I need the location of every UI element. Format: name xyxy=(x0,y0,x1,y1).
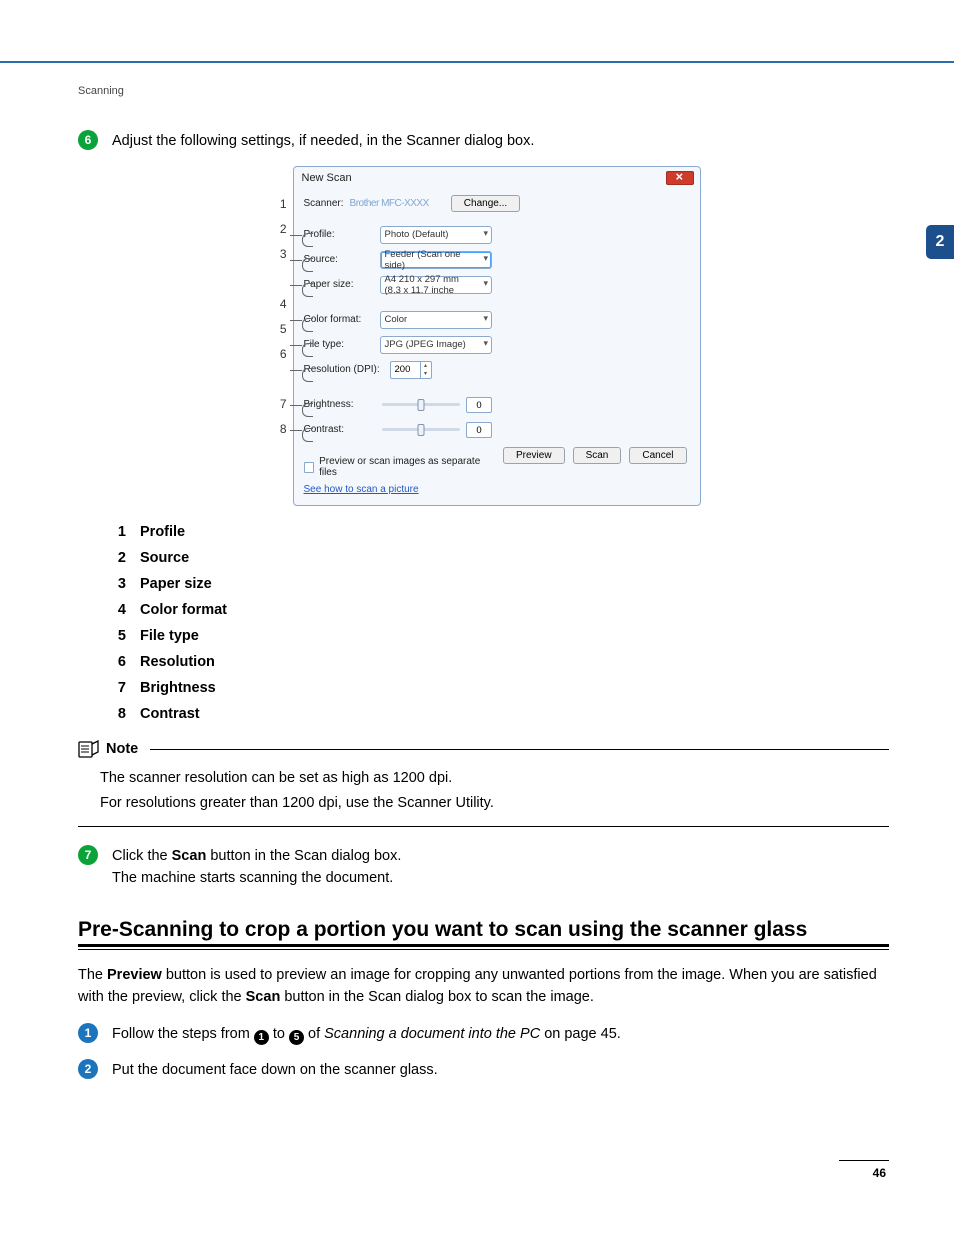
def-source: 2Source xyxy=(112,550,889,566)
source-label: Source: xyxy=(304,254,376,265)
h2-rule-thin xyxy=(78,949,889,950)
scanner-label: Scanner: xyxy=(304,198,344,209)
file-select[interactable]: JPG (JPEG Image) xyxy=(380,336,492,354)
scanner-name: Brother MFC-XXXX xyxy=(350,198,429,209)
intro-paragraph: The Preview button is used to preview an… xyxy=(78,964,889,1009)
paper-select[interactable]: A4 210 x 297 mm (8.3 x 11.7 inche xyxy=(380,276,492,294)
help-link[interactable]: See how to scan a picture xyxy=(304,484,419,495)
def-profile: 1Profile xyxy=(112,524,889,540)
running-head: Scanning xyxy=(78,85,124,97)
def-resolution: 6Resolution xyxy=(112,654,889,670)
def-color: 4Color format xyxy=(112,602,889,618)
close-icon[interactable] xyxy=(666,171,694,185)
color-select[interactable]: Color xyxy=(380,311,492,329)
def-brightness: 7Brightness xyxy=(112,680,889,696)
resolution-label: Resolution (DPI): xyxy=(304,364,386,375)
cancel-button[interactable]: Cancel xyxy=(629,447,686,464)
callout-2: 2 xyxy=(267,216,287,241)
callout-7: 7 xyxy=(267,391,287,416)
brightness-value[interactable]: 0 xyxy=(466,397,492,413)
separate-files-label: Preview or scan images as separate files xyxy=(319,456,492,478)
definition-list: 1Profile 2Source 3Paper size 4Color form… xyxy=(112,524,889,722)
page-number-rule xyxy=(839,1160,889,1161)
spinner-icon[interactable]: ▴▾ xyxy=(420,362,431,378)
resolution-value: 200 xyxy=(395,364,411,375)
brightness-label: Brightness: xyxy=(304,399,376,410)
file-label: File type: xyxy=(304,339,376,350)
top-blue-rule xyxy=(0,61,954,63)
paper-label: Paper size: xyxy=(304,279,376,290)
callout-3: 3 xyxy=(267,241,287,266)
step-6: 6 Adjust the following settings, if need… xyxy=(78,130,889,152)
preview-area: Preview Scan Cancel xyxy=(500,222,690,495)
note-title: Note xyxy=(106,741,138,757)
step-7-text: Click the Scan button in the Scan dialog… xyxy=(112,845,401,890)
contrast-label: Contrast: xyxy=(304,424,376,435)
profile-label: Profile: xyxy=(304,229,376,240)
profile-select[interactable]: Photo (Default) xyxy=(380,226,492,244)
step-1-text: Follow the steps from 1 to 5 of Scanning… xyxy=(112,1023,621,1045)
step-badge-6: 6 xyxy=(78,130,98,150)
change-button[interactable]: Change... xyxy=(451,195,520,212)
note-block: Note The scanner resolution can be set a… xyxy=(78,740,889,826)
chapter-tab: 2 xyxy=(926,225,954,259)
callout-6: 6 xyxy=(267,341,287,366)
slider-thumb-icon[interactable] xyxy=(417,424,424,436)
ref-badge-1: 1 xyxy=(254,1030,269,1045)
source-select[interactable]: Feeder (Scan one side) xyxy=(380,251,492,269)
step-badge-2: 2 xyxy=(78,1059,98,1079)
h2-rule-thick xyxy=(78,944,889,947)
def-paper: 3Paper size xyxy=(112,576,889,592)
dialog-title: New Scan xyxy=(302,172,352,184)
heading-prescanning: Pre-Scanning to crop a portion you want … xyxy=(78,918,889,942)
def-contrast: 8Contrast xyxy=(112,706,889,722)
color-label: Color format: xyxy=(304,314,376,325)
resolution-input[interactable]: 200 ▴▾ xyxy=(390,361,432,379)
note-line-2: For resolutions greater than 1200 dpi, u… xyxy=(100,791,889,816)
step-1: 1 Follow the steps from 1 to 5 of Scanni… xyxy=(78,1023,889,1045)
ref-badge-5: 5 xyxy=(289,1030,304,1045)
dialog-figure: 1 2 3 4 5 6 7 8 New Scan xyxy=(78,166,889,506)
note-rule xyxy=(150,749,889,750)
def-file: 5File type xyxy=(112,628,889,644)
separate-files-checkbox[interactable] xyxy=(304,462,315,473)
step-2-text: Put the document face down on the scanne… xyxy=(112,1059,438,1081)
note-line-1: The scanner resolution can be set as hig… xyxy=(100,766,889,791)
callout-numbers: 1 2 3 4 5 6 7 8 xyxy=(267,166,293,441)
step-badge-7: 7 xyxy=(78,845,98,865)
new-scan-dialog: New Scan Scanner: Brother MFC-XXXX Chang… xyxy=(293,166,701,506)
step-7: 7 Click the Scan button in the Scan dial… xyxy=(78,845,889,890)
scan-button[interactable]: Scan xyxy=(573,447,622,464)
callout-1: 1 xyxy=(267,191,287,216)
contrast-slider[interactable] xyxy=(382,428,460,431)
contrast-value[interactable]: 0 xyxy=(466,422,492,438)
callout-8: 8 xyxy=(267,416,287,441)
note-bottom-rule xyxy=(78,826,889,827)
page-number: 46 xyxy=(873,1166,886,1180)
preview-button[interactable]: Preview xyxy=(503,447,565,464)
step-badge-1: 1 xyxy=(78,1023,98,1043)
step-6-text: Adjust the following settings, if needed… xyxy=(112,130,534,152)
slider-thumb-icon[interactable] xyxy=(417,399,424,411)
brightness-slider[interactable] xyxy=(382,403,460,406)
callout-4: 4 xyxy=(267,291,287,316)
note-icon xyxy=(78,740,100,758)
step-2: 2 Put the document face down on the scan… xyxy=(78,1059,889,1081)
callout-5: 5 xyxy=(267,316,287,341)
